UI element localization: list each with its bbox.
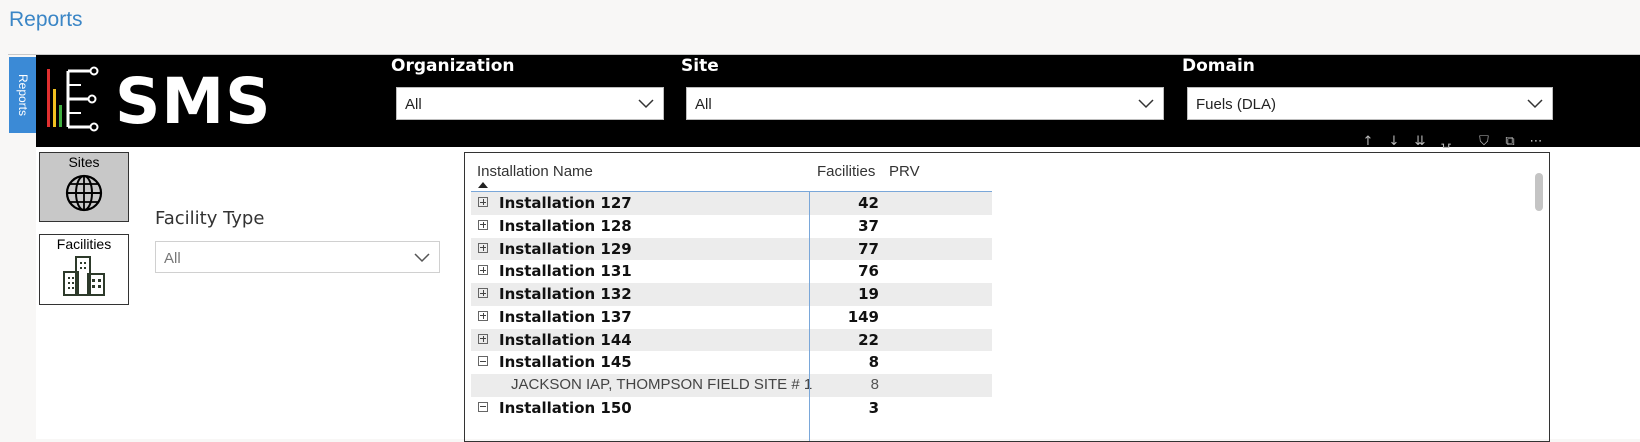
installation-name-cell: Installation 150 <box>499 398 632 417</box>
facilities-count-cell: 8 <box>868 353 879 372</box>
table-row[interactable]: Installation 144 22 <box>471 328 992 352</box>
facility-type-label: Facility Type <box>155 208 265 229</box>
installation-name-cell: JACKSON IAP, THOMPSON FIELD SITE # 1 <box>511 376 813 393</box>
facilities-count-cell: 37 <box>858 216 879 235</box>
table-row[interactable]: Installation 129 77 <box>471 237 992 261</box>
col-prv[interactable]: PRV <box>889 163 920 180</box>
table-row[interactable]: Installation 137 149 <box>471 306 992 329</box>
site-value: All <box>695 96 712 113</box>
chevron-down-icon <box>1527 99 1543 109</box>
table-child-row[interactable]: JACKSON IAP, THOMPSON FIELD SITE # 1 8 <box>471 374 992 397</box>
installation-name-cell: Installation 132 <box>499 285 632 303</box>
more-options-icon[interactable]: ⋯ <box>1526 131 1546 151</box>
installation-name-cell: Installation 144 <box>499 330 632 349</box>
site-dropdown[interactable]: All <box>686 87 1164 120</box>
installation-name-cell: Installation 128 <box>499 216 632 235</box>
table-body: Installation 127 42 Installation 128 37 Inst… <box>471 192 992 420</box>
vertical-scrollbar[interactable] <box>1535 173 1543 211</box>
sites-button[interactable]: Sites <box>39 152 129 222</box>
focus-mode-icon[interactable]: ⧉ <box>1500 131 1520 151</box>
facilities-count-cell: 19 <box>858 285 879 303</box>
expand-icon[interactable] <box>478 197 488 207</box>
table-row[interactable]: Installation 128 37 <box>471 215 992 238</box>
logo-text: SMS <box>115 65 272 138</box>
logo-circuit-icon <box>47 66 99 132</box>
facilities-count-cell: 3 <box>868 398 879 417</box>
buildings-icon <box>63 256 105 296</box>
organization-dropdown[interactable]: All <box>396 87 664 120</box>
domain-dropdown[interactable]: Fuels (DLA) <box>1187 87 1553 120</box>
page-title: Reports <box>9 8 83 31</box>
side-tab-label: Reports <box>15 73 30 117</box>
reports-side-tab[interactable]: Reports <box>9 57 36 133</box>
sites-button-label: Sites <box>68 154 100 170</box>
table-row[interactable]: Installation 132 19 <box>471 283 992 306</box>
globe-icon <box>65 174 103 212</box>
table-row[interactable]: Installation 145 8 <box>471 351 992 374</box>
installation-name-cell: Installation 127 <box>499 194 632 212</box>
chevron-down-icon <box>1138 99 1154 109</box>
domain-label: Domain <box>1182 56 1255 76</box>
facility-type-value: All <box>164 250 181 267</box>
sort-ascending-icon <box>478 182 488 188</box>
facilities-count-cell: 76 <box>858 262 879 281</box>
facilities-button[interactable]: Facilities <box>39 234 129 305</box>
installation-name-cell: Installation 145 <box>499 353 632 372</box>
expand-hierarchy-icon[interactable]: ⍽ <box>1436 131 1456 151</box>
facilities-count-cell: 149 <box>847 307 879 326</box>
chevron-down-icon <box>414 253 430 263</box>
arrow-up-icon[interactable]: ↑ <box>1358 131 1378 151</box>
table-row[interactable]: Installation 127 42 <box>471 192 992 215</box>
arrow-down-icon[interactable]: ↓ <box>1384 131 1404 151</box>
facilities-count-cell: 77 <box>858 239 879 258</box>
installation-name-cell: Installation 137 <box>499 307 632 326</box>
sms-logo: SMS <box>45 63 275 139</box>
expand-icon[interactable] <box>478 242 488 253</box>
expand-icon[interactable] <box>478 288 488 298</box>
col-facilities[interactable]: Facilities <box>817 163 875 180</box>
expand-icon[interactable] <box>478 219 488 230</box>
facilities-count-cell: 8 <box>870 376 879 393</box>
col-installation-name[interactable]: Installation Name <box>477 163 593 180</box>
organization-value: All <box>405 96 422 113</box>
table-row[interactable]: Installation 131 76 <box>471 260 992 283</box>
report-canvas: SMS Organization All Site All Domain Fue… <box>36 55 1640 442</box>
organization-label: Organization <box>391 56 515 76</box>
chevron-down-icon <box>638 99 654 109</box>
expand-icon[interactable] <box>478 310 488 321</box>
expand-icon[interactable] <box>478 265 488 276</box>
filter-icon[interactable]: ⛉ <box>1474 131 1494 151</box>
domain-value: Fuels (DLA) <box>1196 96 1277 113</box>
facility-type-dropdown[interactable]: All <box>155 241 440 273</box>
collapse-icon[interactable] <box>478 401 488 412</box>
column-divider <box>809 191 810 441</box>
facilities-button-label: Facilities <box>56 236 112 252</box>
installation-name-cell: Installation 131 <box>499 262 632 281</box>
table-row[interactable]: Installation 150 3 <box>471 397 992 420</box>
expand-icon[interactable] <box>478 333 488 344</box>
installations-table: Installation Name Facilities PRV Install… <box>464 152 1550 442</box>
site-label: Site <box>681 56 719 76</box>
facilities-count-cell: 22 <box>858 330 879 349</box>
facilities-count-cell: 42 <box>858 194 879 212</box>
collapse-icon[interactable] <box>478 356 488 367</box>
installation-name-cell: Installation 129 <box>499 239 632 258</box>
double-arrow-down-icon[interactable]: ⇊ <box>1410 131 1430 151</box>
